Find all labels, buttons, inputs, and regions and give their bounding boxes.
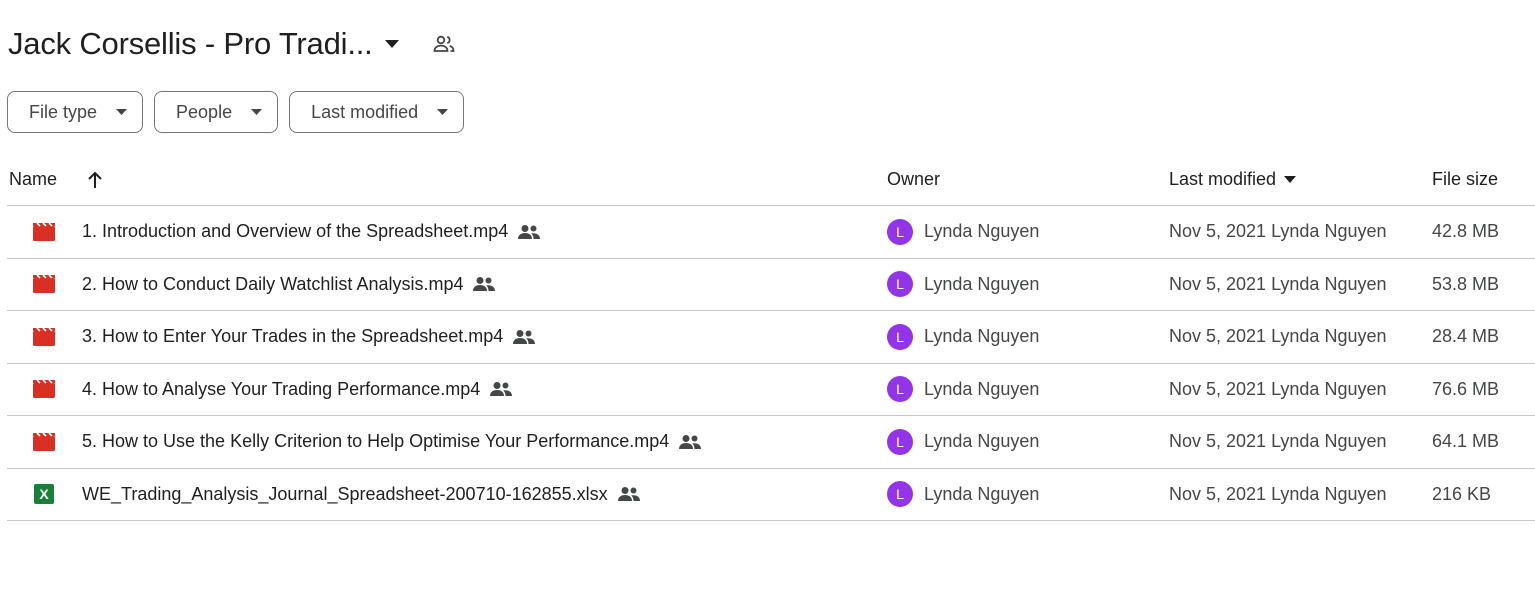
filter-label: Last modified (311, 101, 419, 122)
owner-name: Lynda Nguyen (924, 273, 1040, 294)
avatar: L (887, 376, 913, 403)
people-filter[interactable]: People (154, 91, 279, 133)
arrow-drop-down-icon (436, 106, 448, 118)
title-bar: Jack Corsellis - Pro Tradi... (8, 22, 459, 66)
last-modified: Nov 5, 2021 Lynda Nguyen (1169, 378, 1387, 399)
arrow-drop-down-icon (250, 106, 262, 118)
file-list: Name Owner Last modified File size 1. In… (7, 153, 1535, 521)
arrow-drop-down-icon[interactable] (379, 31, 405, 57)
people-icon (617, 486, 640, 502)
arrow-drop-down-icon (115, 106, 127, 118)
avatar: L (887, 428, 913, 455)
filter-chips: File type People Last modified (7, 91, 465, 133)
video-file-icon (33, 206, 55, 258)
filter-label: File type (29, 101, 98, 122)
owner-name: Lynda Nguyen (924, 378, 1040, 399)
last-modified-column-label: Last modified (1169, 169, 1277, 189)
arrow-drop-down-icon (1284, 176, 1297, 183)
table-row[interactable]: 1. Introduction and Overview of the Spre… (7, 206, 1535, 259)
excel-icon: X (34, 484, 54, 505)
last-modified: Nov 5, 2021 Lynda Nguyen (1169, 221, 1387, 242)
table-header: Name Owner Last modified File size (7, 153, 1535, 206)
file-name[interactable]: 5. How to Use the Kelly Criterion to Hel… (82, 431, 669, 452)
owner-column-label: Owner (887, 169, 941, 189)
file-size: 53.8 MB (1432, 273, 1500, 294)
file-size: 64.1 MB (1432, 431, 1500, 452)
people-icon (518, 224, 541, 240)
file-size: 42.8 MB (1432, 221, 1500, 242)
file-name[interactable]: WE_Trading_Analysis_Journal_Spreadsheet-… (82, 484, 608, 505)
owner-column-header[interactable]: Owner (887, 153, 940, 206)
file-name[interactable]: 1. Introduction and Overview of the Spre… (82, 221, 508, 242)
avatar: L (887, 481, 913, 508)
table-row[interactable]: 4. How to Analyse Your Trading Performan… (7, 364, 1535, 416)
file-size: 76.6 MB (1432, 378, 1500, 399)
file-name[interactable]: 4. How to Analyse Your Trading Performan… (82, 379, 480, 400)
last-modified: Nov 5, 2021 Lynda Nguyen (1169, 483, 1387, 504)
file-size-column-label: File size (1432, 169, 1499, 189)
people-icon (473, 276, 496, 292)
name-column-label: Name (9, 169, 58, 189)
avatar: L (887, 323, 913, 350)
table-row[interactable]: 5. How to Use the Kelly Criterion to Hel… (7, 416, 1535, 469)
last-modified: Nov 5, 2021 Lynda Nguyen (1169, 326, 1387, 347)
last-modified: Nov 5, 2021 Lynda Nguyen (1169, 273, 1387, 294)
owner-name: Lynda Nguyen (924, 431, 1040, 452)
file-name[interactable]: 2. How to Conduct Daily Watchlist Analys… (82, 274, 463, 295)
file-size: 216 KB (1432, 483, 1492, 504)
file-name[interactable]: 3. How to Enter Your Trades in the Sprea… (82, 326, 503, 347)
last-modified-filter[interactable]: Last modified (289, 91, 465, 133)
table-row[interactable]: 2. How to Conduct Daily Watchlist Analys… (7, 259, 1535, 311)
name-column-header[interactable]: Name (9, 153, 105, 206)
file-size: 28.4 MB (1432, 326, 1500, 347)
arrow-upward-icon[interactable] (85, 170, 105, 190)
owner-name: Lynda Nguyen (924, 221, 1040, 242)
people-icon (490, 381, 513, 397)
owner-name: Lynda Nguyen (924, 326, 1040, 347)
video-file-icon (33, 416, 55, 468)
last-modified: Nov 5, 2021 Lynda Nguyen (1169, 431, 1387, 452)
folder-title[interactable]: Jack Corsellis - Pro Tradi... (8, 26, 373, 62)
file-type-filter[interactable]: File type (7, 91, 144, 133)
table-row[interactable]: X WE_Trading_Analysis_Journal_Spreadshee… (7, 469, 1535, 521)
video-file-icon (33, 259, 55, 311)
video-file-icon (33, 311, 55, 363)
avatar: L (887, 218, 913, 245)
avatar: L (887, 271, 913, 298)
table-row[interactable]: 3. How to Enter Your Trades in the Sprea… (7, 311, 1535, 364)
owner-name: Lynda Nguyen (924, 483, 1040, 504)
last-modified-column-header[interactable]: Last modified (1169, 153, 1297, 206)
people-outline-icon[interactable] (429, 29, 459, 59)
file-size-column-header[interactable]: File size (1432, 153, 1498, 206)
people-icon (679, 434, 702, 450)
video-file-icon (33, 364, 55, 416)
people-icon (513, 329, 536, 345)
filter-label: People (176, 101, 233, 122)
spreadsheet-file-icon: X (33, 469, 55, 521)
